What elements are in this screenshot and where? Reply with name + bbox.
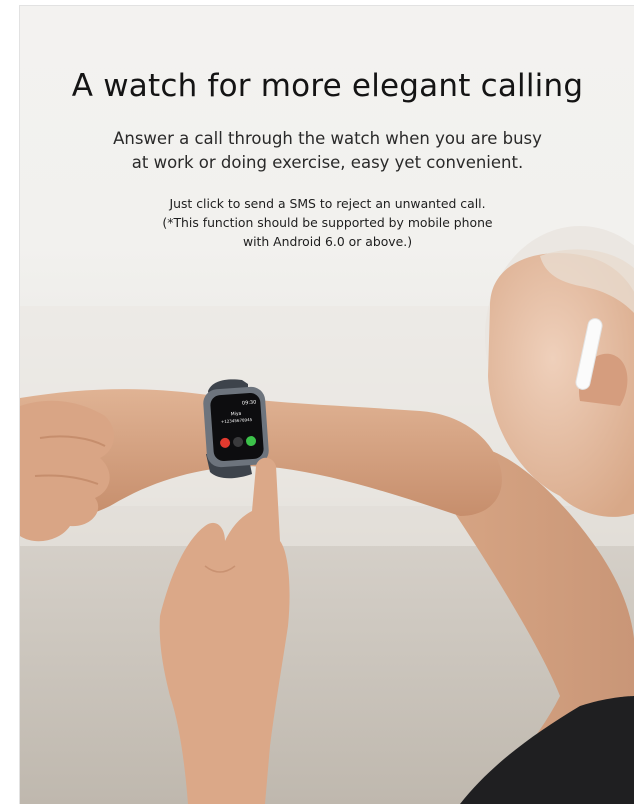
watch-time: 09:30 <box>242 400 257 407</box>
feature-note: Just click to send a SMS to reject an un… <box>110 194 545 251</box>
lifestyle-photo: 09:30 Miya +12345678945 <box>20 226 634 804</box>
headline: A watch for more elegant calling <box>71 68 584 104</box>
subheadline: Answer a call through the watch when you… <box>70 127 585 175</box>
subheadline-line: Answer a call through the watch when you… <box>113 129 542 148</box>
feature-note-line: (*This function should be supported by m… <box>162 215 493 230</box>
product-banner: 09:30 Miya +12345678945 A watch for more… <box>19 5 634 804</box>
subheadline-line: at work or doing exercise, easy yet conv… <box>131 153 524 172</box>
feature-note-line: Just click to send a SMS to reject an un… <box>169 196 486 211</box>
feature-note-line: with Android 6.0 or above.) <box>242 234 413 249</box>
watch-caller-name: Miya <box>231 411 242 418</box>
